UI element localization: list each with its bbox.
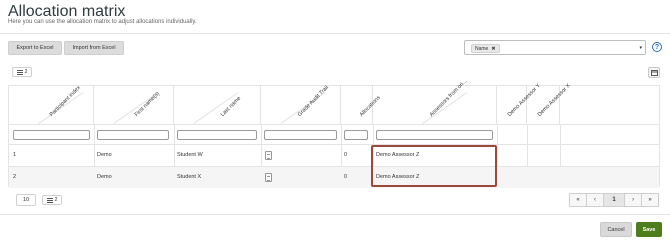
table-row[interactable]: 2 Demo Student X 0 Demo Assessor Z [9,166,659,188]
list-icon [46,197,53,203]
page-size-select[interactable]: 10 [16,194,36,206]
filter-grade-audit-trail[interactable] [264,130,337,140]
participant-index: 2 [13,174,17,180]
column-header-demo-assessor-y[interactable]: Demo Assessor Y [497,83,542,124]
column-header-assessors-from-ori[interactable]: Assessors from ori... [373,78,497,124]
column-header-demo-assessor-x[interactable]: Demo Assessor X [527,83,572,124]
column-header-allocations[interactable]: Allocations [341,86,382,124]
last-name: Student W [177,152,203,158]
first-name: Demo [97,152,112,158]
filter-row [9,124,659,144]
current-page[interactable]: 1 [603,193,625,207]
column-header-grade-audit-trail[interactable]: Grade Audit Trail [261,85,341,124]
remove-tag-icon[interactable]: ✖ [491,46,495,52]
page-subtitle: Here you can use the allocation matrix t… [8,19,197,25]
chevron-down-icon[interactable]: ▾ [639,45,642,51]
pagination: « ‹ 1 › » [569,193,659,207]
first-name: Demo [97,174,112,180]
import-from-excel-button[interactable]: Import from Excel [64,41,124,55]
list-icon [16,69,23,75]
filter-allocations[interactable] [344,130,368,140]
cancel-button[interactable]: Cancel [600,222,632,237]
clipboard-icon[interactable] [265,173,272,182]
filter-first-name[interactable] [97,130,169,140]
previous-page-button[interactable]: ‹ [586,193,604,207]
allocation-grid: Participant index First name(s) Last nam… [8,78,660,188]
name-tag-label: Name [475,45,489,52]
name-tag: Name ✖ [471,44,500,53]
assessor-name: Demo Assessor Z [376,152,420,158]
first-page-button[interactable]: « [569,193,587,207]
header-divider [0,33,670,34]
allocations-count: 0 [344,174,348,180]
column-header-last-name[interactable]: Last name [174,86,261,124]
table-view-button[interactable] [648,67,660,78]
participant-index: 1 [13,152,17,158]
footer-column-chooser-button[interactable]: 2 [42,195,62,205]
column-count: 2 [54,197,58,203]
save-button[interactable]: Save [636,222,662,237]
footer-divider [0,214,670,215]
last-page-button[interactable]: » [641,193,659,207]
filter-participant-index[interactable] [13,130,90,140]
help-icon[interactable]: ? [652,42,662,52]
column-filter-select[interactable]: Name ✖ ▾ [464,40,646,55]
column-count: 2 [24,69,28,75]
column-chooser-button[interactable]: 2 [12,67,32,77]
clipboard-icon[interactable] [265,151,272,160]
table-icon [650,69,658,76]
column-header-first-name[interactable]: First name(s) [94,86,174,124]
assessor-name: Demo Assessor Z [376,174,420,180]
table-row[interactable]: 1 Demo Student W 0 Demo Assessor Z [9,144,659,166]
column-header-participant-index[interactable]: Participant index [9,85,94,124]
allocations-count: 0 [344,152,348,158]
export-to-excel-button[interactable]: Export to Excel [8,41,62,55]
last-name: Student X [177,174,202,180]
filter-assessors[interactable] [376,130,493,140]
next-page-button[interactable]: › [624,193,642,207]
filter-last-name[interactable] [177,130,257,140]
